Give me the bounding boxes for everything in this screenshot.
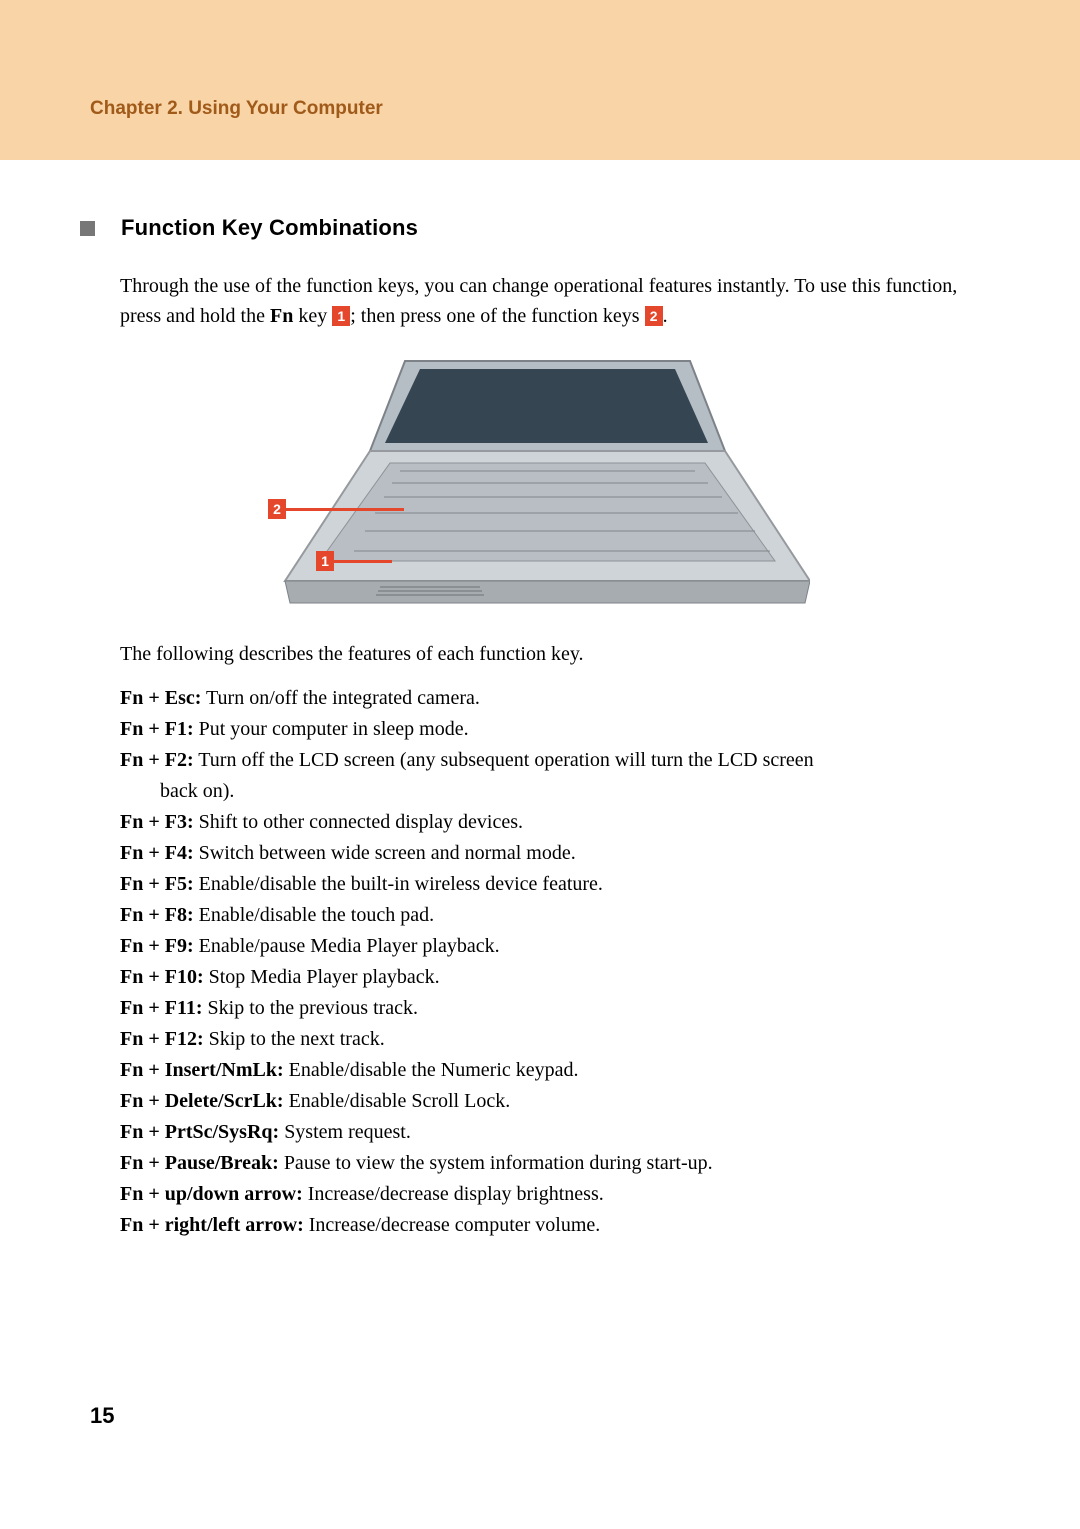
laptop-illustration: 2 1 bbox=[270, 351, 810, 621]
fn-key-desc: Increase/decrease computer volume. bbox=[304, 1214, 601, 1236]
fn-key-combo: Fn + F11: bbox=[120, 997, 203, 1019]
callout-line bbox=[334, 560, 392, 563]
intro-text: . bbox=[663, 305, 668, 327]
fn-key-combo: Fn + F2: bbox=[120, 749, 194, 771]
fn-key-item: Fn + F3: Shift to other connected displa… bbox=[120, 807, 960, 838]
fn-key-combo: Fn + F3: bbox=[120, 811, 194, 833]
fn-key-desc: Turn off the LCD screen (any subsequent … bbox=[194, 749, 814, 771]
callout-marker-1: 1 bbox=[332, 306, 350, 326]
fn-key-item: Fn + up/down arrow: Increase/decrease di… bbox=[120, 1179, 960, 1210]
fn-key-item: Fn + right/left arrow: Increase/decrease… bbox=[120, 1210, 960, 1241]
callout-line bbox=[286, 508, 404, 511]
fn-key-combo: Fn + PrtSc/SysRq: bbox=[120, 1121, 279, 1143]
laptop-svg-icon bbox=[270, 351, 810, 621]
fn-key-desc-cont: back on). bbox=[120, 776, 960, 807]
fn-key-item: Fn + PrtSc/SysRq: System request. bbox=[120, 1117, 960, 1148]
fn-key-desc: Shift to other connected display devices… bbox=[194, 811, 523, 833]
fn-key-item: Fn + F12: Skip to the next track. bbox=[120, 1024, 960, 1055]
fn-key-label: Fn bbox=[270, 305, 293, 327]
square-bullet-icon bbox=[80, 221, 95, 236]
page-number: 15 bbox=[90, 1403, 114, 1429]
fn-key-item: Fn + F11: Skip to the previous track. bbox=[120, 993, 960, 1024]
fn-key-desc: Skip to the previous track. bbox=[203, 997, 419, 1019]
intro-paragraph: Through the use of the function keys, yo… bbox=[120, 271, 960, 331]
fn-key-item: Fn + F5: Enable/disable the built-in wir… bbox=[120, 869, 960, 900]
fn-key-item: Fn + Pause/Break: Pause to view the syst… bbox=[120, 1148, 960, 1179]
fn-key-item: Fn + F4: Switch between wide screen and … bbox=[120, 838, 960, 869]
callout-marker-1: 1 bbox=[316, 551, 334, 571]
fn-key-item: Fn + F10: Stop Media Player playback. bbox=[120, 962, 960, 993]
intro-text: ; then press one of the function keys bbox=[350, 305, 644, 327]
fn-key-item: Fn + F2: Turn off the LCD screen (any su… bbox=[120, 745, 960, 807]
fn-key-desc: Enable/disable Scroll Lock. bbox=[284, 1090, 511, 1112]
description-line: The following describes the features of … bbox=[120, 639, 960, 669]
fn-key-desc: Enable/disable the Numeric keypad. bbox=[284, 1059, 579, 1081]
fn-key-desc: Put your computer in sleep mode. bbox=[194, 718, 469, 740]
callout-marker-2: 2 bbox=[645, 306, 663, 326]
fn-key-combo: Fn + Esc: bbox=[120, 687, 201, 709]
fn-key-combo: Fn + Pause/Break: bbox=[120, 1152, 279, 1174]
fn-key-desc: Skip to the next track. bbox=[204, 1028, 385, 1050]
intro-text: key bbox=[293, 305, 332, 327]
fn-key-desc: Enable/disable the built-in wireless dev… bbox=[194, 873, 603, 895]
fn-key-desc: Turn on/off the integrated camera. bbox=[201, 687, 479, 709]
fn-key-desc: Switch between wide screen and normal mo… bbox=[194, 842, 576, 864]
function-key-list: Fn + Esc: Turn on/off the integrated cam… bbox=[120, 683, 960, 1241]
page-content: Function Key Combinations Through the us… bbox=[0, 160, 1080, 1241]
section-title: Function Key Combinations bbox=[121, 215, 418, 241]
fn-key-item: Fn + F8: Enable/disable the touch pad. bbox=[120, 900, 960, 931]
fn-key-desc: Increase/decrease display brightness. bbox=[303, 1183, 604, 1205]
callout-1: 1 bbox=[316, 551, 392, 571]
document-page: Chapter 2. Using Your Computer Function … bbox=[0, 0, 1080, 1529]
fn-key-desc: Enable/pause Media Player playback. bbox=[194, 935, 500, 957]
fn-key-combo: Fn + F5: bbox=[120, 873, 194, 895]
fn-key-desc: System request. bbox=[279, 1121, 411, 1143]
fn-key-item: Fn + Insert/NmLk: Enable/disable the Num… bbox=[120, 1055, 960, 1086]
fn-key-item: Fn + F1: Put your computer in sleep mode… bbox=[120, 714, 960, 745]
fn-key-item: Fn + F9: Enable/pause Media Player playb… bbox=[120, 931, 960, 962]
section-heading: Function Key Combinations bbox=[80, 215, 960, 241]
fn-key-item: Fn + Esc: Turn on/off the integrated cam… bbox=[120, 683, 960, 714]
fn-key-combo: Fn + up/down arrow: bbox=[120, 1183, 303, 1205]
fn-key-combo: Fn + Delete/ScrLk: bbox=[120, 1090, 284, 1112]
callout-marker-2: 2 bbox=[268, 499, 286, 519]
fn-key-desc: Enable/disable the touch pad. bbox=[194, 904, 434, 926]
fn-key-item: Fn + Delete/ScrLk: Enable/disable Scroll… bbox=[120, 1086, 960, 1117]
fn-key-combo: Fn + Insert/NmLk: bbox=[120, 1059, 284, 1081]
fn-key-combo: Fn + F12: bbox=[120, 1028, 204, 1050]
fn-key-desc: Pause to view the system information dur… bbox=[279, 1152, 713, 1174]
chapter-header: Chapter 2. Using Your Computer bbox=[0, 0, 1080, 160]
fn-key-desc: Stop Media Player playback. bbox=[204, 966, 440, 988]
chapter-title: Chapter 2. Using Your Computer bbox=[90, 98, 383, 119]
fn-key-combo: Fn + right/left arrow: bbox=[120, 1214, 304, 1236]
fn-key-combo: Fn + F9: bbox=[120, 935, 194, 957]
fn-key-combo: Fn + F8: bbox=[120, 904, 194, 926]
fn-key-combo: Fn + F1: bbox=[120, 718, 194, 740]
fn-key-combo: Fn + F10: bbox=[120, 966, 204, 988]
fn-key-combo: Fn + F4: bbox=[120, 842, 194, 864]
callout-2: 2 bbox=[268, 499, 404, 519]
